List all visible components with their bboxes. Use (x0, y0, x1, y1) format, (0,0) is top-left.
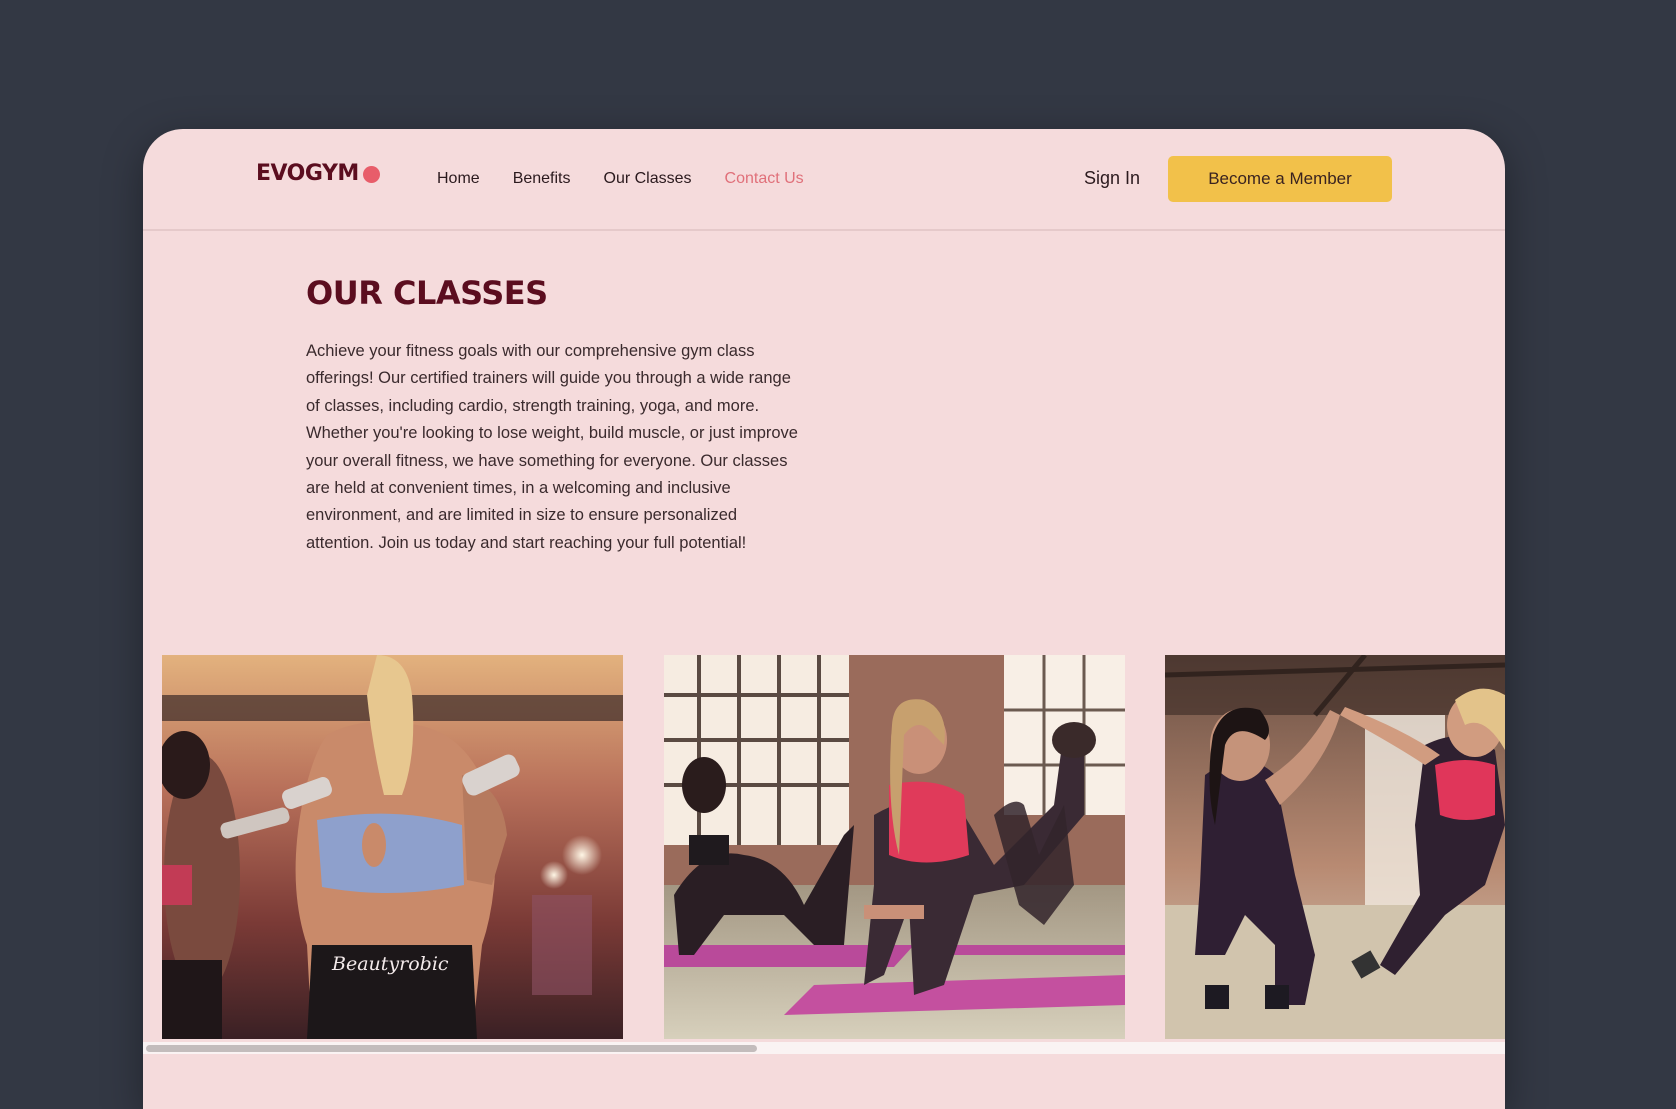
section-title: OUR CLASSES (306, 274, 548, 312)
browser-window: EVOGYM Home Benefits Our Classes Contact… (143, 129, 1505, 1109)
become-member-button[interactable]: Become a Member (1168, 156, 1392, 202)
nav-link-contact-us[interactable]: Contact Us (725, 170, 804, 188)
gallery-scrollbar-thumb[interactable] (146, 1045, 757, 1052)
our-classes-section: OUR CLASSES Achieve your fitness goals w… (306, 274, 806, 557)
nav-link-home[interactable]: Home (437, 170, 480, 188)
nav-links: Home Benefits Our Classes Contact Us (437, 129, 804, 229)
dumbbell-class-image: Beautyrobic (162, 655, 623, 1039)
high-five-class-photo[interactable] (1165, 655, 1505, 1039)
logo[interactable]: EVOGYM (256, 161, 380, 186)
shirt-brand-text: Beautyrobic (331, 953, 449, 975)
logo-dot-icon (362, 165, 380, 183)
classes-gallery[interactable]: Beautyrobic (162, 655, 1505, 1039)
mat-workout-class-image (664, 655, 1125, 1039)
dumbbell-class-photo[interactable]: Beautyrobic (162, 655, 623, 1039)
gallery-scrollbar[interactable] (143, 1042, 1505, 1054)
sign-in-link[interactable]: Sign In (1084, 168, 1140, 189)
navbar: EVOGYM Home Benefits Our Classes Contact… (143, 129, 1505, 231)
logo-text: EVOGYM (256, 161, 359, 186)
nav-link-benefits[interactable]: Benefits (513, 170, 571, 188)
section-description: Achieve your fitness goals with our comp… (306, 342, 798, 552)
high-five-class-image (1165, 655, 1505, 1039)
nav-link-our-classes[interactable]: Our Classes (604, 170, 692, 188)
mat-workout-class-photo[interactable] (664, 655, 1125, 1039)
